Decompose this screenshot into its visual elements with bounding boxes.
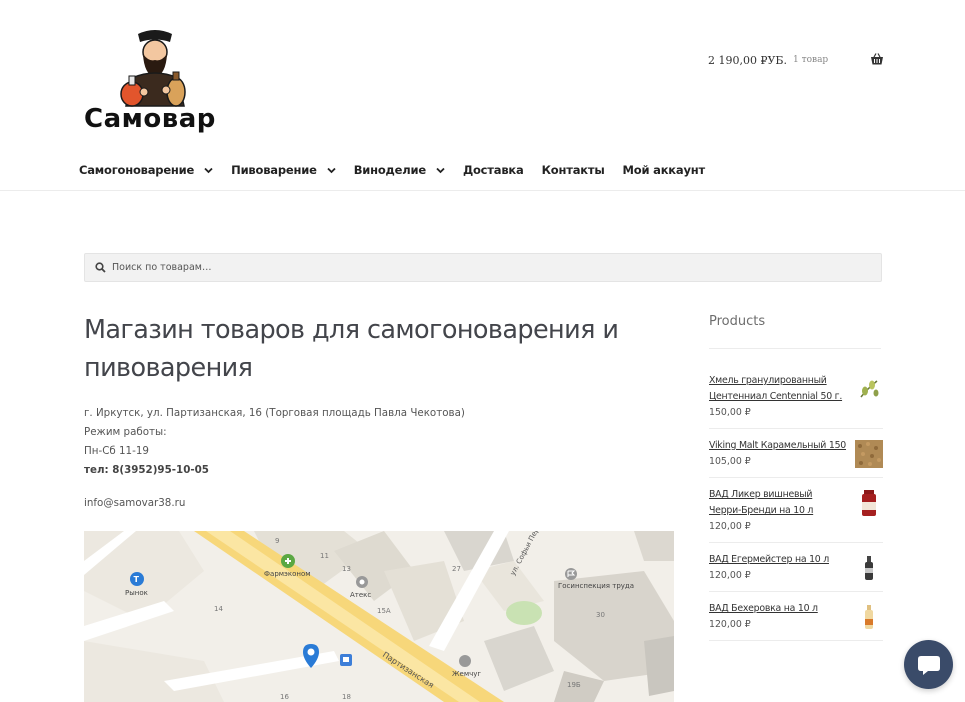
store-email[interactable]: info@samovar38.ru [84,497,185,509]
map-label-pharmacy: Фармэконом [264,570,311,578]
chevron-down-icon[interactable] [436,166,445,175]
sidebar-widget-title: Products [709,314,766,329]
logo-text: Самовар [84,104,216,134]
map-house-number: 14 [214,605,223,613]
search-icon [95,262,106,273]
product-item: Viking Malt Карамельный 150 105,00 ₽ [709,438,883,478]
nav-item-delivery[interactable]: Доставка [463,163,524,177]
product-thumbnail-malt[interactable] [855,440,883,468]
chat-icon[interactable] [916,652,942,678]
nav-item-contacts[interactable]: Контакты [542,163,605,177]
hours-label: Режим работы: [84,426,167,438]
nav-item-label[interactable]: Доставка [463,163,524,177]
nav-item-samogonovarenie[interactable]: Самогоноварение [79,163,213,177]
store-address: г. Иркутск, ул. Партизанская, 16 (Торгов… [84,407,465,419]
product-item: Хмель гранулированный Центенниал Centenn… [709,373,883,429]
map-house-number: 11 [320,552,329,560]
nav-item-pivovarenie[interactable]: Пивоварение [231,163,336,177]
cart-amount[interactable]: 2 190,00 ₽УБ. [708,54,787,67]
product-link[interactable]: ВАД Ликер вишневый Черри-Бренди на 10 л [709,487,847,519]
chat-button[interactable] [904,640,953,689]
product-item: ВАД Егермейстер на 10 л 120,00 ₽ [709,552,883,592]
chevron-down-icon[interactable] [204,166,213,175]
map-house-number: 30 [596,611,605,619]
svg-text:T: T [134,575,140,584]
cart-count[interactable]: 1 товар [793,55,828,65]
map-house-number: 15А [377,607,391,615]
map-label-jemchug: Жемчуг [452,670,481,678]
header-cart[interactable]: 2 190,00 ₽УБ. 1 товар [708,50,884,70]
search-input[interactable] [112,262,872,273]
store-info: г. Иркутск, ул. Партизанская, 16 (Торгов… [84,404,465,480]
map-canvas[interactable]: Фармэконом T Рынок Атекс Госинспекция тр… [84,531,674,702]
map-label-gov: Госинспекция труда [558,582,634,590]
nav-item-vinodelie[interactable]: Виноделие [354,163,445,177]
product-item: ВАД Ликер вишневый Черри-Бренди на 10 л … [709,487,883,543]
product-thumbnail-hops[interactable] [855,375,883,403]
product-thumbnail-cherry-brandy[interactable] [855,489,883,517]
nav-item-account[interactable]: Мой аккаунт [623,163,706,177]
nav-item-label[interactable]: Контакты [542,163,605,177]
page-title: Магазин товаров для самогоноварения и пи… [84,315,619,383]
store-map[interactable]: Фармэконом T Рынок Атекс Госинспекция тр… [84,531,674,702]
map-house-number: 16 [280,693,289,701]
map-house-number: 27 [452,565,461,573]
nav-item-label[interactable]: Пивоварение [231,163,317,177]
product-thumbnail-becherovka[interactable] [855,603,883,631]
product-link[interactable]: Viking Malt Карамельный 150 [709,438,847,454]
map-label-atex: Атекс [350,591,371,599]
product-link[interactable]: Хмель гранулированный Центенниал Centenn… [709,373,847,405]
product-link[interactable]: ВАД Егермейстер на 10 л [709,552,847,568]
product-thumbnail-jagermeister[interactable] [855,554,883,582]
header-divider [0,190,965,191]
widget-divider [709,348,881,349]
map-house-number: 13 [342,565,351,573]
map-house-number: 18 [342,693,351,701]
store-hours: Пн-Сб 11-19 [84,445,149,457]
cart-icon[interactable] [870,52,884,66]
main-navigation: Самогоноварение Пивоварение Виноделие До… [79,163,723,177]
product-price: 150,00 ₽ [709,407,751,418]
map-house-number: 19Б [567,681,581,689]
product-item: ВАД Бехеровка на 10 л 120,00 ₽ [709,601,883,641]
nav-item-label[interactable]: Виноделие [354,163,426,177]
nav-item-label[interactable]: Мой аккаунт [623,163,706,177]
map-house-number: 9 [275,537,279,545]
product-link[interactable]: ВАД Бехеровка на 10 л [709,601,847,617]
product-search[interactable] [84,253,882,282]
chevron-down-icon[interactable] [327,166,336,175]
store-phone[interactable]: тел: 8(3952)95-10-05 [84,461,465,480]
map-label-market: Рынок [125,589,148,597]
product-list: Хмель гранулированный Центенниал Centenn… [709,373,883,650]
product-price: 120,00 ₽ [709,521,751,532]
nav-item-label[interactable]: Самогоноварение [79,163,194,177]
